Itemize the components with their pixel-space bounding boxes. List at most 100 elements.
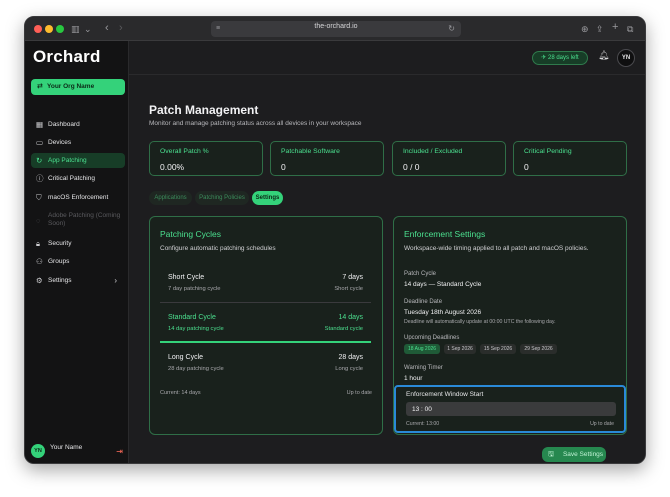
sidebar: Orchard ⇄ Your Org Name ▦ Dashboard ▭ De… [25, 41, 129, 463]
enforcement-window-time-input[interactable] [406, 402, 616, 416]
panel-title: Patching Cycles [160, 229, 221, 239]
sidebar-item-label: Dashboard [48, 121, 80, 128]
sidebar-item-macos-enforcement[interactable]: ⛉ macOS Enforcement [31, 190, 125, 205]
switch-icon: ⇄ [37, 83, 43, 90]
current-cycle-text: Current: 14 days [160, 390, 201, 396]
panel-subtitle: Workspace-wide timing applied to all pat… [404, 245, 589, 252]
cycle-name: Standard Cycle [168, 314, 216, 321]
deadline-chip: 18 Aug 2026 [404, 344, 440, 354]
share-icon[interactable]: ⇪ [596, 22, 604, 36]
org-name: Your Org Name [47, 83, 95, 90]
download-icon[interactable]: ⊕ [581, 22, 589, 36]
page-subtitle: Monitor and manage patching status acros… [149, 120, 362, 127]
deadline-chip: 15 Sep 2026 [480, 344, 516, 354]
tab-patching-policies[interactable]: Patching Policies [195, 191, 249, 205]
bell-icon[interactable]: 🔔︎ [598, 50, 609, 61]
refresh-icon: ↻ [36, 156, 43, 165]
main-content: ✈︎ 28 days left 🔔︎ YN Patch Management M… [129, 41, 645, 463]
warning-timer-label: Warning Timer [404, 365, 443, 371]
days-left-text: 28 days left [548, 55, 579, 61]
enforcement-window-field: Enforcement Window Start Current: 13:00 … [394, 385, 626, 433]
user-profile[interactable]: YN Your Name ⇥ [31, 444, 125, 462]
sidebar-item-groups[interactable]: ⚇ Groups [31, 254, 125, 269]
sidebar-item-dashboard[interactable]: ▦ Dashboard [31, 117, 125, 132]
cycle-days: 14 days [338, 314, 363, 321]
chevron-down-icon[interactable]: ⌄ [84, 22, 92, 36]
shield-icon: ⛉ [36, 193, 42, 202]
browser-toolbar: ▥ ⌄ ‹ › ≡ the-orchard.io ↻ ⊕ ⇪ + ⧉ [25, 17, 645, 41]
stat-value: 0 [281, 162, 286, 172]
org-switcher-button[interactable]: ⇄ Your Org Name [31, 79, 125, 95]
sidebar-icon[interactable]: ▥ [71, 22, 80, 36]
user-name: Your Name [50, 444, 83, 451]
deadline-label: Deadline Date [404, 299, 443, 305]
stat-card-overall-patch: Overall Patch % 0.00% [149, 141, 263, 176]
tab-applications[interactable]: Applications [149, 191, 192, 205]
maximize-window-button[interactable] [56, 25, 64, 33]
page-title: Patch Management [149, 103, 259, 117]
sidebar-item-label: Critical Patching [48, 175, 95, 182]
save-settings-button[interactable]: 🖫 Save Settings [542, 447, 606, 462]
minimize-window-button[interactable] [45, 25, 53, 33]
cycle-status-text: Up to date [346, 390, 372, 396]
enforcement-settings-panel: Enforcement Settings Workspace-wide timi… [393, 216, 627, 435]
stat-card-patchable-software: Patchable Software 0 [270, 141, 384, 176]
close-window-button[interactable] [34, 25, 42, 33]
address-bar[interactable]: ≡ the-orchard.io ↻ [211, 21, 461, 37]
laptop-icon: ▭ [36, 138, 44, 147]
tab-settings[interactable]: Settings [252, 191, 283, 205]
cycle-type: Long cycle [335, 366, 363, 372]
rocket-icon: ✈︎ [541, 55, 547, 61]
deadline-chip: 29 Sep 2026 [520, 344, 557, 354]
stat-label: Critical Pending [524, 148, 572, 155]
stat-card-critical-pending: Critical Pending 0 [513, 141, 627, 176]
tabs-overview-icon[interactable]: ⧉ [627, 22, 633, 36]
trial-days-badge[interactable]: ✈︎ 28 days left [532, 51, 588, 65]
save-label: Save Settings [562, 451, 604, 458]
patching-cycles-panel: Patching Cycles Configure automatic patc… [149, 216, 383, 435]
users-icon: ⚇ [36, 257, 43, 266]
stat-label: Patchable Software [281, 148, 340, 155]
orchard-logo[interactable]: Orchard [33, 47, 101, 67]
sidebar-item-app-patching[interactable]: ↻ App Patching [31, 153, 125, 168]
sidebar-item-label: App Patching [48, 157, 87, 164]
stat-label: Overall Patch % [160, 148, 209, 155]
dashboard-icon: ▦ [36, 120, 44, 129]
sidebar-item-critical-patching[interactable]: ⓘ Critical Patching [31, 171, 125, 186]
deadline-chip: 1 Sep 2026 [444, 344, 476, 354]
avatar: YN [31, 444, 45, 458]
cycle-description: 14 day patching cycle [168, 326, 224, 332]
forward-icon[interactable]: › [119, 21, 123, 35]
panel-title: Enforcement Settings [404, 229, 486, 239]
account-avatar[interactable]: YN [617, 49, 635, 67]
cycle-days: 7 days [342, 274, 363, 281]
enforcement-window-label: Enforcement Window Start [406, 391, 484, 398]
enforcement-window-current: Current: 13:00 [406, 421, 440, 427]
logout-icon[interactable]: ⇥ [116, 447, 123, 456]
sidebar-item-adobe-patching: ◌ Adobe Patching (Coming Soon) [31, 212, 123, 230]
cycle-description: 28 day patching cycle [168, 366, 224, 372]
reload-icon[interactable]: ↻ [448, 22, 455, 36]
sidebar-item-label: Adobe Patching (Coming Soon) [48, 212, 121, 227]
cycle-option-standard[interactable]: Standard Cycle 14 day patching cycle 14 … [160, 309, 371, 343]
stat-value: 0.00% [160, 162, 185, 172]
cycle-option-short[interactable]: Short Cycle 7 day patching cycle 7 days … [160, 269, 371, 303]
sidebar-item-devices[interactable]: ▭ Devices [31, 135, 125, 150]
sidebar-item-settings[interactable]: ⚙ Settings › [31, 273, 125, 288]
cycle-type: Standard cycle [324, 326, 363, 332]
warning-timer-value: 1 hour [404, 375, 423, 382]
new-tab-icon[interactable]: + [612, 20, 618, 34]
gear-icon: ⚙ [36, 276, 43, 285]
save-icon: 🖫 [548, 451, 554, 458]
deadline-note: Deadline will automatically update at 00… [404, 319, 556, 325]
top-bar: ✈︎ 28 days left 🔔︎ YN [129, 41, 645, 75]
sidebar-item-security[interactable]: 🔒︎ Security [31, 236, 125, 251]
sidebar-item-label: Settings [48, 277, 72, 284]
lock-icon: 🔒︎ [36, 239, 40, 248]
cycle-days: 28 days [338, 354, 363, 361]
chevron-right-icon: › [114, 276, 117, 285]
cycle-option-long[interactable]: Long Cycle 28 day patching cycle 28 days… [160, 349, 371, 383]
back-icon[interactable]: ‹ [105, 21, 109, 35]
patch-cycle-label: Patch Cycle [404, 271, 437, 277]
sidebar-item-label: Devices [48, 139, 72, 146]
